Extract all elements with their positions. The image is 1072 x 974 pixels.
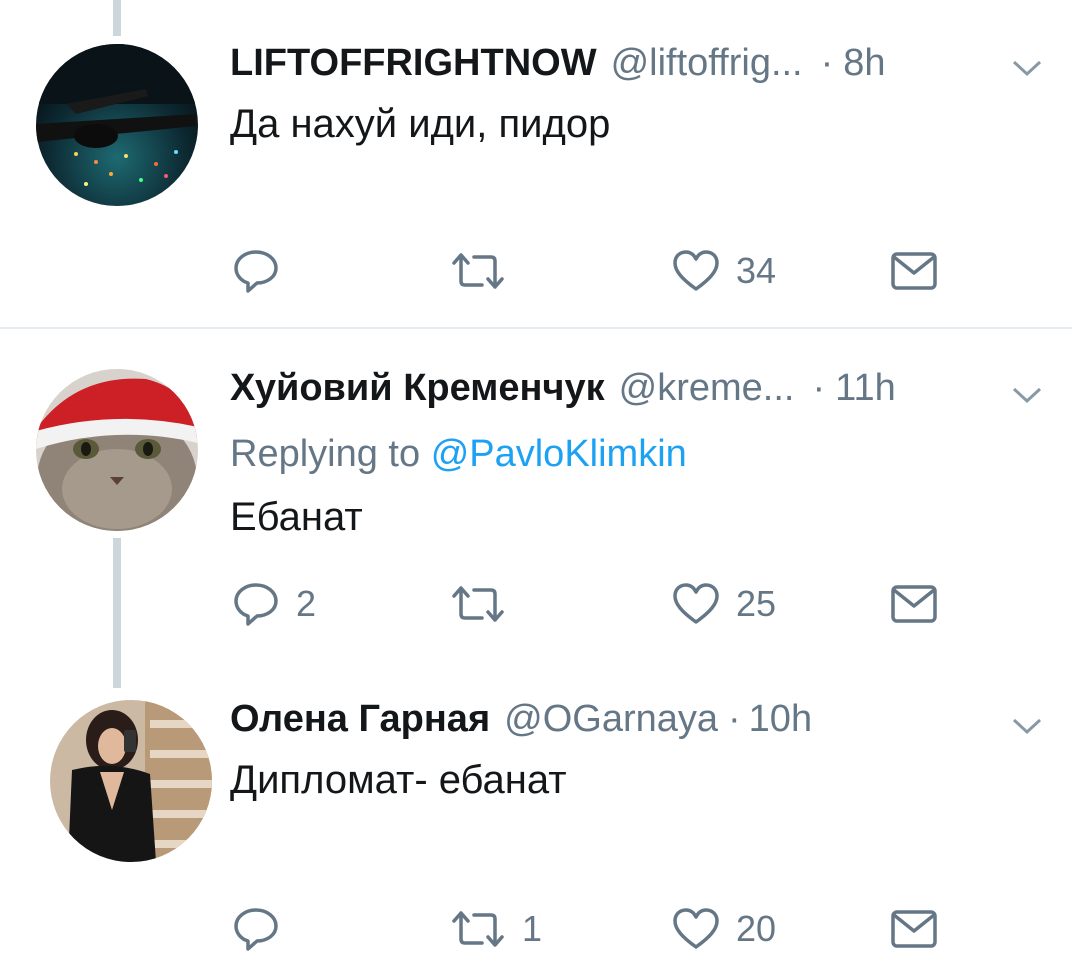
direct-message-icon [891,585,937,623]
woman-mirror-selfie-avatar [50,700,212,862]
avatar[interactable] [36,44,198,206]
avatar[interactable] [36,369,198,531]
avatar[interactable] [50,700,212,862]
direct-message-button[interactable] [890,904,938,954]
reply-button[interactable]: 2 [232,579,316,629]
separator-dot: · [812,367,826,409]
tweet-actions: 1 20 [0,904,1072,954]
timestamp[interactable]: 8h [843,40,885,86]
reply-count: 2 [296,583,317,624]
tweet-text: Дипломат- ебанат [230,758,567,802]
chevron-down-icon[interactable] [1010,385,1044,405]
retweet-button[interactable] [450,246,506,296]
like-count: 25 [736,583,777,624]
display-name[interactable]: LIFTOFFRIGHTNOW [230,40,597,86]
tweet-header: Хуйовий Кременчук @kreme... · 11h [230,365,896,411]
display-name[interactable]: Олена Гарная [230,696,490,742]
direct-message-icon [891,252,937,290]
like-count: 34 [736,250,777,291]
tweet-text: Да нахуй иди, пидор [230,102,611,146]
display-name[interactable]: Хуйовий Кременчук [230,365,605,411]
tweet-actions: 34 [0,246,1072,296]
retweet-button[interactable]: 1 [450,904,542,954]
handle[interactable]: @OGarnaya [504,696,718,742]
tweet-3[interactable]: Олена Гарная @OGarnaya · 10h Дипломат- е… [0,674,1072,974]
handle[interactable]: @liftoffrig... [611,40,803,86]
chevron-down-icon[interactable] [1010,716,1044,736]
timestamp[interactable]: 11h [835,365,896,411]
reply-icon [234,583,278,626]
reply-icon [234,908,278,951]
separator-dot: · [820,42,834,84]
reply-icon [234,250,278,293]
retweet-icon [452,911,504,947]
reply-button[interactable] [232,246,280,296]
like-count: 20 [736,908,777,949]
chevron-down-icon[interactable] [1010,58,1044,78]
direct-message-button[interactable] [890,246,938,296]
tweet-actions: 2 25 [0,579,1072,629]
retweet-button[interactable] [450,579,506,629]
replying-prefix: Replying to [230,433,421,475]
tweet-header: LIFTOFFRIGHTNOW @liftoffrig... · 8h [230,40,886,86]
tweet-header: Олена Гарная @OGarnaya · 10h [230,696,812,742]
replying-to: Replying to @PavloKlimkin [230,431,687,477]
timestamp[interactable]: 10h [749,696,812,742]
like-icon [673,908,719,949]
retweet-count: 1 [522,908,543,949]
retweet-icon [452,253,504,289]
tweet-1[interactable]: LIFTOFFRIGHTNOW @liftoffrig... · 8h Да н… [0,0,1072,327]
reply-button[interactable] [232,904,280,954]
mention-link[interactable]: @PavloKlimkin [431,433,687,475]
cat-santa-hat-avatar [36,369,198,531]
like-button[interactable]: 20 [672,904,776,954]
like-icon [673,583,719,624]
like-button[interactable]: 25 [672,579,776,629]
direct-message-icon [891,910,937,948]
separator-dot: · [728,698,741,740]
handle[interactable]: @kreme... [619,365,795,411]
tweet-2[interactable]: Хуйовий Кременчук @kreme... · 11h Replyi… [0,329,1072,674]
retweet-icon [452,586,504,622]
airplane-night-avatar [36,44,198,206]
like-button[interactable]: 34 [672,246,776,296]
tweet-text: Ебанат [230,495,363,539]
like-icon [673,250,719,291]
direct-message-button[interactable] [890,579,938,629]
